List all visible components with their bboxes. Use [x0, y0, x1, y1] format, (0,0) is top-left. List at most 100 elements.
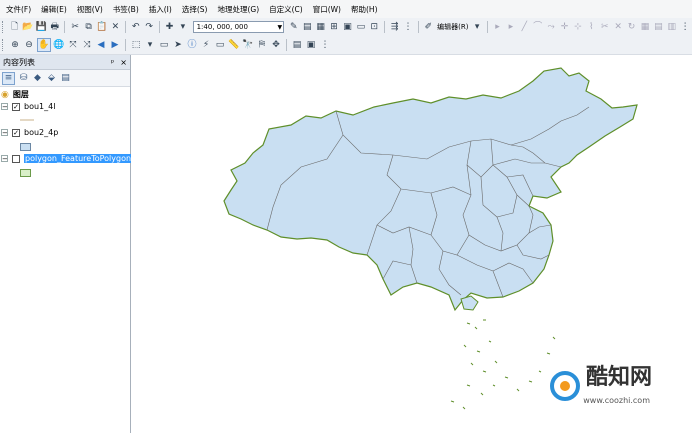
straight-segment-icon[interactable]: ╱	[519, 21, 530, 33]
redo-icon[interactable]: ↷	[143, 21, 154, 33]
add-data-icon[interactable]: ✚	[164, 21, 175, 33]
layer-name[interactable]: bou1_4l	[24, 102, 55, 111]
full-extent-icon[interactable]: 🌐	[53, 39, 65, 51]
editor-menu-label[interactable]: 编辑器(R)	[437, 22, 468, 32]
editor-icon[interactable]: ✐	[423, 21, 434, 33]
reshape-icon[interactable]: ⌇	[586, 21, 597, 33]
layer-row-polygon-featuretopolygon[interactable]: − polygon_FeatureToPolygon	[1, 154, 133, 163]
create-viewer-icon[interactable]: ▣	[305, 39, 317, 51]
trace-icon[interactable]: ⤳	[545, 21, 556, 33]
editor-dropdown-icon[interactable]: ▾	[471, 21, 482, 33]
menu-geoprocessing[interactable]: 地理处理(G)	[211, 4, 263, 15]
back-extent-icon[interactable]: ◀	[95, 39, 107, 51]
arctoolbox-icon[interactable]: ▣	[342, 21, 353, 33]
edit-vertices-icon[interactable]: ⊹	[572, 21, 583, 33]
pan-hand-icon[interactable]: ✋	[37, 38, 51, 52]
menu-help[interactable]: 帮助(H)	[345, 4, 382, 15]
add-data-dropdown-icon[interactable]: ▾	[177, 21, 188, 33]
menu-bookmarks[interactable]: 书签(B)	[107, 4, 143, 15]
select-features-icon[interactable]: ⬚	[130, 39, 142, 51]
model-builder-icon[interactable]: ⊡	[369, 21, 380, 33]
toolbar-overflow-icon[interactable]: ⋮	[679, 21, 690, 33]
go-to-xy-icon[interactable]: ✥	[270, 39, 282, 51]
layer-row-bou2-4p[interactable]: − ✓ bou2_4p	[1, 128, 58, 137]
map-view[interactable]: 酷知网 www.coozhi.com	[131, 55, 692, 433]
map-scale-combobox[interactable]: 1:40, 000, 000 ▼	[192, 21, 285, 33]
copy-icon[interactable]: ⧉	[83, 21, 94, 33]
menu-windows[interactable]: 窗口(W)	[307, 4, 345, 15]
undo-icon[interactable]: ↶	[130, 21, 141, 33]
sketch-properties-icon[interactable]: ▤	[653, 21, 664, 33]
toc-toolbar: ≡ ⛁ ◆ ⬙ ▤	[0, 70, 130, 87]
menu-file[interactable]: 文件(F)	[0, 4, 35, 15]
close-icon[interactable]: ×	[120, 58, 127, 67]
collapse-icon[interactable]: −	[1, 103, 8, 111]
toolbar-separator	[286, 39, 287, 51]
menu-selection[interactable]: 选择(S)	[176, 4, 212, 15]
edit-annotation-icon[interactable]: ▸	[505, 21, 516, 33]
cut-polygon-icon[interactable]: ✂	[599, 21, 610, 33]
layer-visibility-checkbox[interactable]: ✓	[12, 128, 20, 137]
paste-icon[interactable]: 📋	[96, 21, 107, 33]
layers-group-row[interactable]: ◉ 图层	[1, 89, 29, 100]
list-by-drawing-order-icon[interactable]: ≡	[2, 71, 15, 85]
print-icon[interactable]: 🖶	[49, 21, 60, 33]
identify-icon[interactable]: ⓘ	[186, 39, 198, 51]
list-by-selection-icon[interactable]: ⬙	[46, 73, 57, 84]
menu-edit[interactable]: 编辑(E)	[35, 4, 71, 15]
list-by-source-icon[interactable]: ⛁	[18, 73, 29, 84]
layer-row-bou1-4l[interactable]: − ✓ bou1_4l	[1, 102, 55, 111]
html-popup-icon[interactable]: ▭	[214, 39, 226, 51]
layer-name[interactable]: bou2_4p	[24, 128, 58, 137]
save-icon[interactable]: 💾	[36, 21, 47, 33]
layer-visibility-checkbox[interactable]	[12, 154, 20, 163]
point-icon[interactable]: ✛	[559, 21, 570, 33]
pin-icon[interactable]: ᵖ	[111, 58, 114, 67]
toolbar-overflow-icon[interactable]: ⋮	[402, 21, 413, 33]
split-icon[interactable]: ✕	[612, 21, 623, 33]
network-icon[interactable]: ⇶	[389, 21, 400, 33]
delete-icon[interactable]: ✕	[110, 21, 121, 33]
end-point-arc-icon[interactable]: ⌒	[532, 21, 543, 33]
editor-toolbar-icon[interactable]: ✎	[288, 21, 299, 33]
forward-extent-icon[interactable]: ▶	[109, 39, 121, 51]
menu-customize[interactable]: 自定义(C)	[263, 4, 307, 15]
create-features-icon[interactable]: ▥	[666, 21, 677, 33]
edit-tool-icon[interactable]: ▸	[492, 21, 503, 33]
toolbar-grip[interactable]	[2, 39, 6, 51]
open-folder-icon[interactable]: 📂	[22, 21, 33, 33]
select-dropdown-icon[interactable]: ▾	[144, 39, 156, 51]
collapse-icon[interactable]: −	[1, 155, 8, 163]
catalog-icon[interactable]: ▦	[315, 21, 326, 33]
layer-visibility-checkbox[interactable]: ✓	[12, 102, 20, 111]
rotate-icon[interactable]: ↻	[626, 21, 637, 33]
time-slider-icon[interactable]: ▤	[291, 39, 303, 51]
select-elements-icon[interactable]: ➤	[172, 39, 184, 51]
measure-icon[interactable]: 📏	[228, 39, 240, 51]
toolbar-grip[interactable]	[2, 21, 6, 33]
attributes-icon[interactable]: ▦	[639, 21, 650, 33]
toc-options-icon[interactable]: ▤	[60, 73, 71, 84]
toolbar-overflow-icon[interactable]: ⋮	[319, 39, 331, 51]
fixed-zoom-in-icon[interactable]: ⤧	[67, 39, 79, 51]
collapse-icon[interactable]: −	[1, 129, 8, 137]
toolbar-separator	[158, 21, 160, 33]
find-route-icon[interactable]: ⛿	[256, 39, 268, 51]
new-document-icon[interactable]: 🗋	[9, 21, 20, 33]
list-by-visibility-icon[interactable]: ◆	[32, 73, 43, 84]
python-window-icon[interactable]: ▭	[355, 21, 366, 33]
find-icon[interactable]: 🔭	[242, 39, 254, 51]
chevron-down-icon[interactable]: ▼	[278, 22, 283, 33]
fixed-zoom-out-icon[interactable]: ⤨	[81, 39, 93, 51]
zoom-in-icon[interactable]: ⊕	[9, 39, 21, 51]
table-of-contents-icon[interactable]: ▤	[302, 21, 313, 33]
search-window-icon[interactable]: ⊞	[328, 21, 339, 33]
cut-icon[interactable]: ✂	[69, 21, 80, 33]
menu-view[interactable]: 视图(V)	[71, 4, 107, 15]
toolbar-separator	[125, 39, 126, 51]
clear-selection-icon[interactable]: ▭	[158, 39, 170, 51]
hyperlink-icon[interactable]: ⚡	[200, 39, 212, 51]
menu-insert[interactable]: 插入(I)	[143, 4, 176, 15]
zoom-out-icon[interactable]: ⊖	[23, 39, 35, 51]
layer-name[interactable]: polygon_FeatureToPolygon	[24, 154, 133, 163]
